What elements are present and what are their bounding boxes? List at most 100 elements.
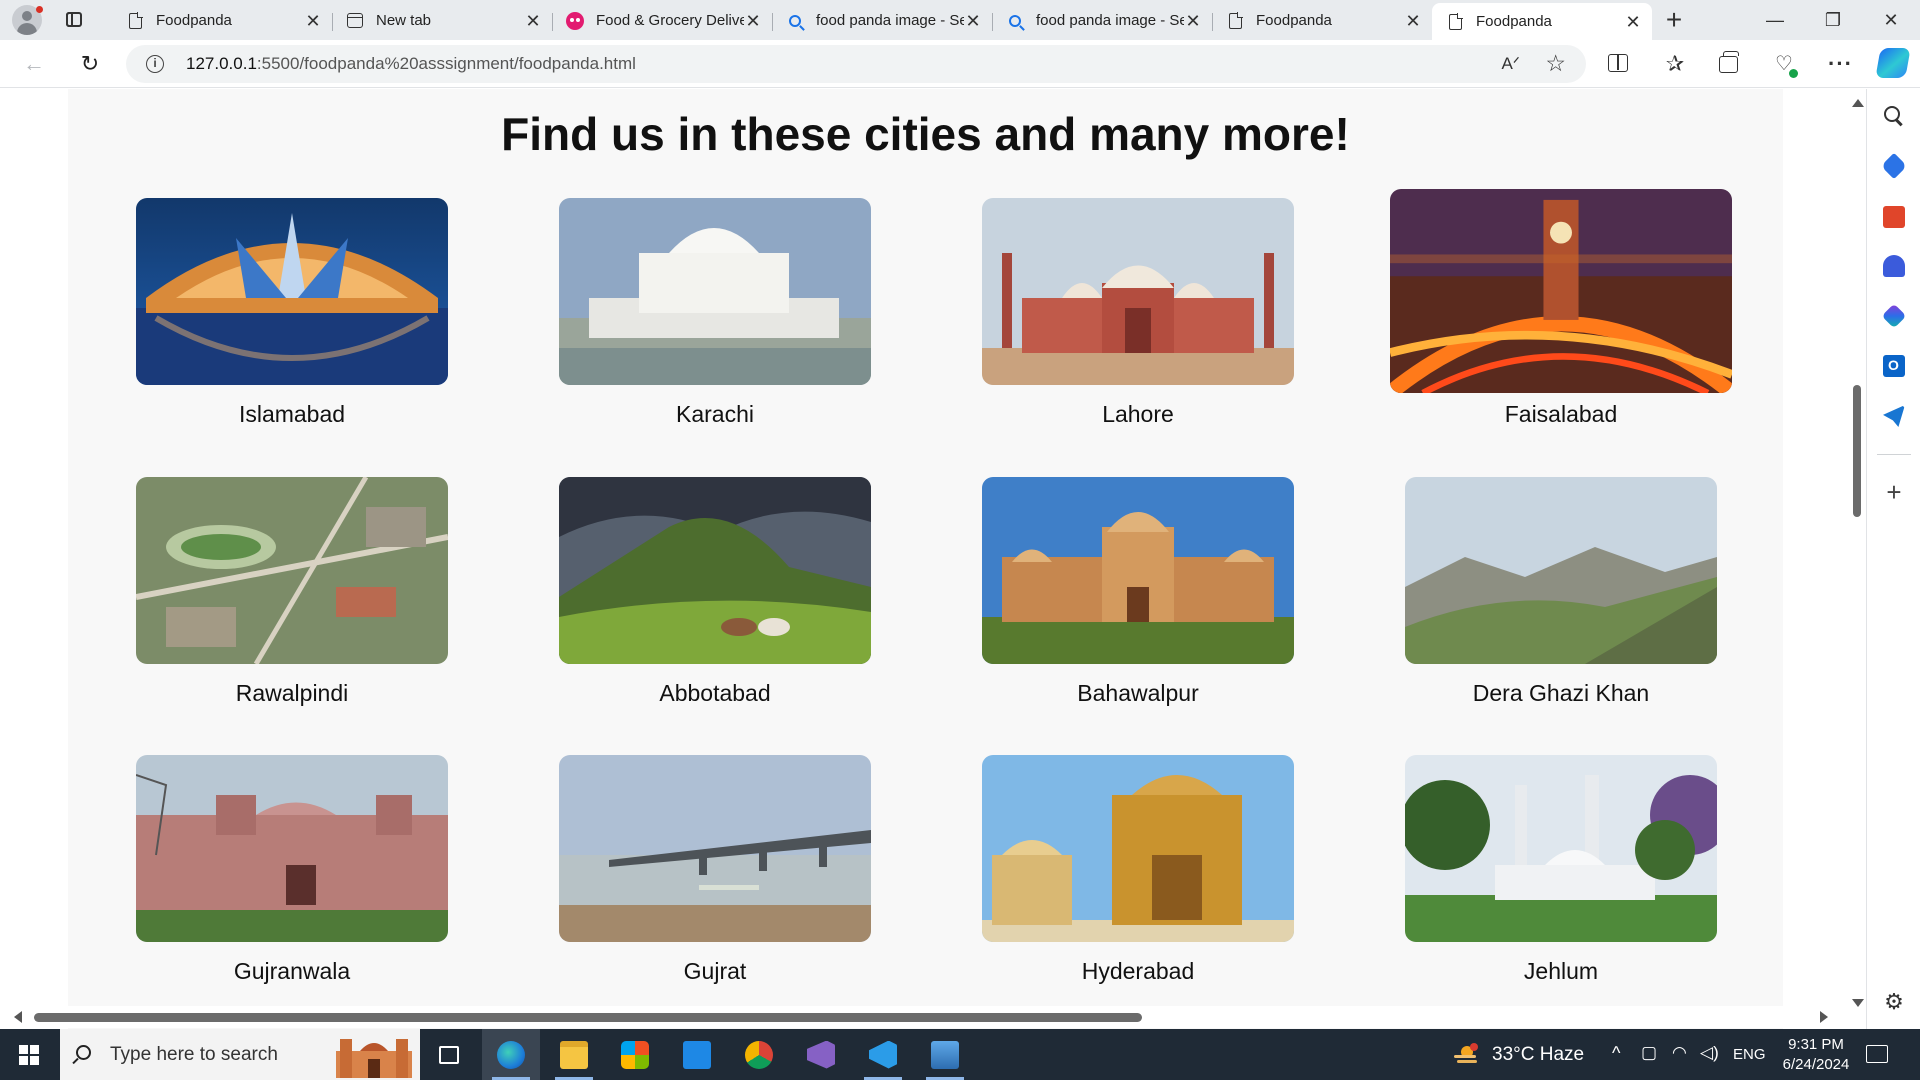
taskbar-app-button[interactable] — [545, 1029, 603, 1080]
split-screen-icon[interactable] — [1608, 54, 1630, 76]
site-info-icon[interactable]: i — [146, 55, 164, 73]
tab-close-icon[interactable]: ✕ — [524, 12, 542, 30]
taskbar-app-button[interactable] — [606, 1029, 664, 1080]
tab-close-icon[interactable]: ✕ — [1404, 12, 1422, 30]
favorites-icon[interactable]: ✰ — [1664, 53, 1686, 76]
mail-icon — [683, 1040, 711, 1069]
reload-button[interactable]: ↻ — [76, 50, 104, 78]
sidebar-settings-icon[interactable]: ⚙ — [1883, 991, 1905, 1013]
collections-icon[interactable] — [1719, 51, 1741, 76]
more-options-icon[interactable]: ··· — [1828, 53, 1852, 76]
url-path: :5500/foodpanda%20asssignment/foodpanda.… — [256, 54, 636, 73]
city-photo — [1405, 477, 1717, 664]
meet-now-icon[interactable]: ▢ — [1641, 1043, 1657, 1063]
city-card[interactable]: Gujranwala — [136, 755, 448, 985]
city-card[interactable]: Faisalabad — [1390, 189, 1732, 428]
url-text[interactable]: 127.0.0.1:5500/foodpanda%20asssignment/f… — [186, 54, 636, 74]
language-indicator[interactable]: ENG — [1733, 1046, 1766, 1063]
tab-close-icon[interactable]: ✕ — [744, 12, 762, 30]
tab-close-icon[interactable]: ✕ — [964, 12, 982, 30]
sidebar-search-icon[interactable] — [1883, 105, 1905, 127]
browser-essentials-icon[interactable]: ♡ — [1773, 54, 1798, 78]
sidebar-telegram-icon[interactable] — [1883, 405, 1905, 427]
city-card[interactable]: Jehlum — [1405, 755, 1717, 985]
taskbar-app-button[interactable] — [482, 1029, 540, 1080]
tab-favicon-search-icon — [786, 12, 804, 30]
weather-text[interactable]: 33°C Haze — [1492, 1044, 1584, 1066]
taskbar-app-button[interactable] — [420, 1029, 478, 1080]
city-card[interactable]: Lahore — [982, 198, 1294, 428]
read-aloud-icon[interactable]: Aᐟ — [1501, 54, 1520, 74]
show-hidden-icons-chevron-icon[interactable]: ^ — [1612, 1043, 1620, 1064]
city-name: Bahawalpur — [1077, 680, 1199, 706]
taskbar-search-placeholder: Type here to search — [110, 1044, 278, 1065]
vertical-scrollbar[interactable] — [1848, 89, 1866, 1029]
tab-favicon-document-icon — [1446, 12, 1464, 31]
browser-tab[interactable]: food panda image - Search✕ — [772, 4, 993, 37]
address-bar[interactable]: i 127.0.0.1:5500/foodpanda%20asssignment… — [126, 45, 1586, 83]
taskbar-app-button[interactable] — [792, 1029, 850, 1080]
taskbar-search-box[interactable]: Type here to search — [60, 1029, 420, 1080]
sidebar-office-icon[interactable] — [1881, 303, 1907, 329]
browser-tab[interactable]: Foodpanda ✕ — [1432, 3, 1652, 40]
city-name: Karachi — [676, 401, 754, 427]
notifications-icon[interactable] — [1866, 1045, 1888, 1063]
horizontal-scroll-thumb[interactable] — [34, 1013, 1142, 1022]
taskbar-app-button[interactable] — [730, 1029, 788, 1080]
weather-icon[interactable] — [1452, 1043, 1480, 1067]
tab-close-icon[interactable]: ✕ — [304, 12, 322, 30]
city-photo-aerial-image — [136, 477, 448, 664]
tab-favicon-newtab-icon — [346, 12, 364, 30]
sidebar-add-icon[interactable]: + — [1883, 479, 1905, 505]
scroll-down-arrow-icon[interactable] — [1852, 999, 1864, 1007]
restore-button[interactable]: ❐ — [1818, 8, 1848, 32]
city-card[interactable]: Karachi — [559, 198, 871, 428]
tab-close-icon[interactable]: ✕ — [1624, 13, 1642, 31]
city-card[interactable]: Hyderabad — [982, 755, 1294, 985]
city-photo-palace-image — [982, 477, 1294, 664]
city-card[interactable]: Rawalpindi — [136, 477, 448, 707]
visual-studio-icon — [807, 1040, 835, 1069]
add-favorite-star-icon[interactable]: ☆ — [1545, 50, 1566, 77]
city-card[interactable]: Bahawalpur — [982, 477, 1294, 707]
new-tab-button[interactable]: + — [1660, 6, 1688, 35]
taskbar-app-button[interactable] — [668, 1029, 726, 1080]
horizontal-scrollbar[interactable] — [0, 1006, 1848, 1028]
browser-tab[interactable]: New tab ✕ — [332, 4, 553, 37]
city-photo-mosque-image — [982, 198, 1294, 385]
scroll-right-arrow-icon[interactable] — [1820, 1011, 1828, 1023]
city-card[interactable]: Islamabad — [136, 198, 448, 428]
scroll-up-arrow-icon[interactable] — [1852, 99, 1864, 107]
taskbar-app-button[interactable] — [916, 1029, 974, 1080]
sidebar-tools-icon[interactable] — [1883, 206, 1905, 228]
tab-close-icon[interactable]: ✕ — [1184, 12, 1202, 30]
city-name: Hyderabad — [1081, 958, 1195, 984]
city-photo — [982, 198, 1294, 385]
browser-tab[interactable]: food panda image - Search✕ — [992, 4, 1213, 37]
sidebar-games-icon[interactable] — [1883, 255, 1905, 277]
browser-tab[interactable]: Foodpanda ✕ — [112, 4, 333, 37]
chrome-icon — [745, 1040, 773, 1069]
clock-time: 9:31 PM — [1788, 1036, 1844, 1053]
sidebar-shopping-icon[interactable] — [1880, 152, 1908, 180]
clock[interactable]: 9:31 PM 6/24/2024 — [1776, 1035, 1856, 1075]
city-card[interactable]: Dera Ghazi Khan — [1405, 477, 1717, 707]
close-window-button[interactable]: ✕ — [1876, 8, 1906, 32]
city-name: Abbotabad — [659, 680, 771, 706]
city-photo — [136, 477, 448, 664]
tab-actions-icon[interactable] — [62, 9, 86, 31]
city-card[interactable]: Gujrat — [559, 755, 871, 985]
browser-tab[interactable]: Food & Grocery Delivery ✕ — [552, 4, 773, 37]
windows-start-icon[interactable] — [19, 1045, 39, 1065]
wifi-icon[interactable]: ◠ — [1672, 1043, 1687, 1063]
city-card[interactable]: Abbotabad — [559, 477, 871, 707]
scroll-left-arrow-icon[interactable] — [14, 1011, 22, 1023]
vertical-scroll-thumb[interactable] — [1853, 385, 1861, 517]
taskbar-app-button[interactable] — [854, 1029, 912, 1080]
back-button[interactable]: ← — [20, 50, 48, 78]
sidebar-outlook-icon[interactable] — [1883, 355, 1905, 377]
copilot-icon[interactable] — [1875, 48, 1911, 78]
volume-icon[interactable]: ◁) — [1700, 1043, 1719, 1063]
minimize-button[interactable]: — — [1760, 8, 1790, 32]
browser-tab[interactable]: Foodpanda ✕ — [1212, 4, 1433, 37]
